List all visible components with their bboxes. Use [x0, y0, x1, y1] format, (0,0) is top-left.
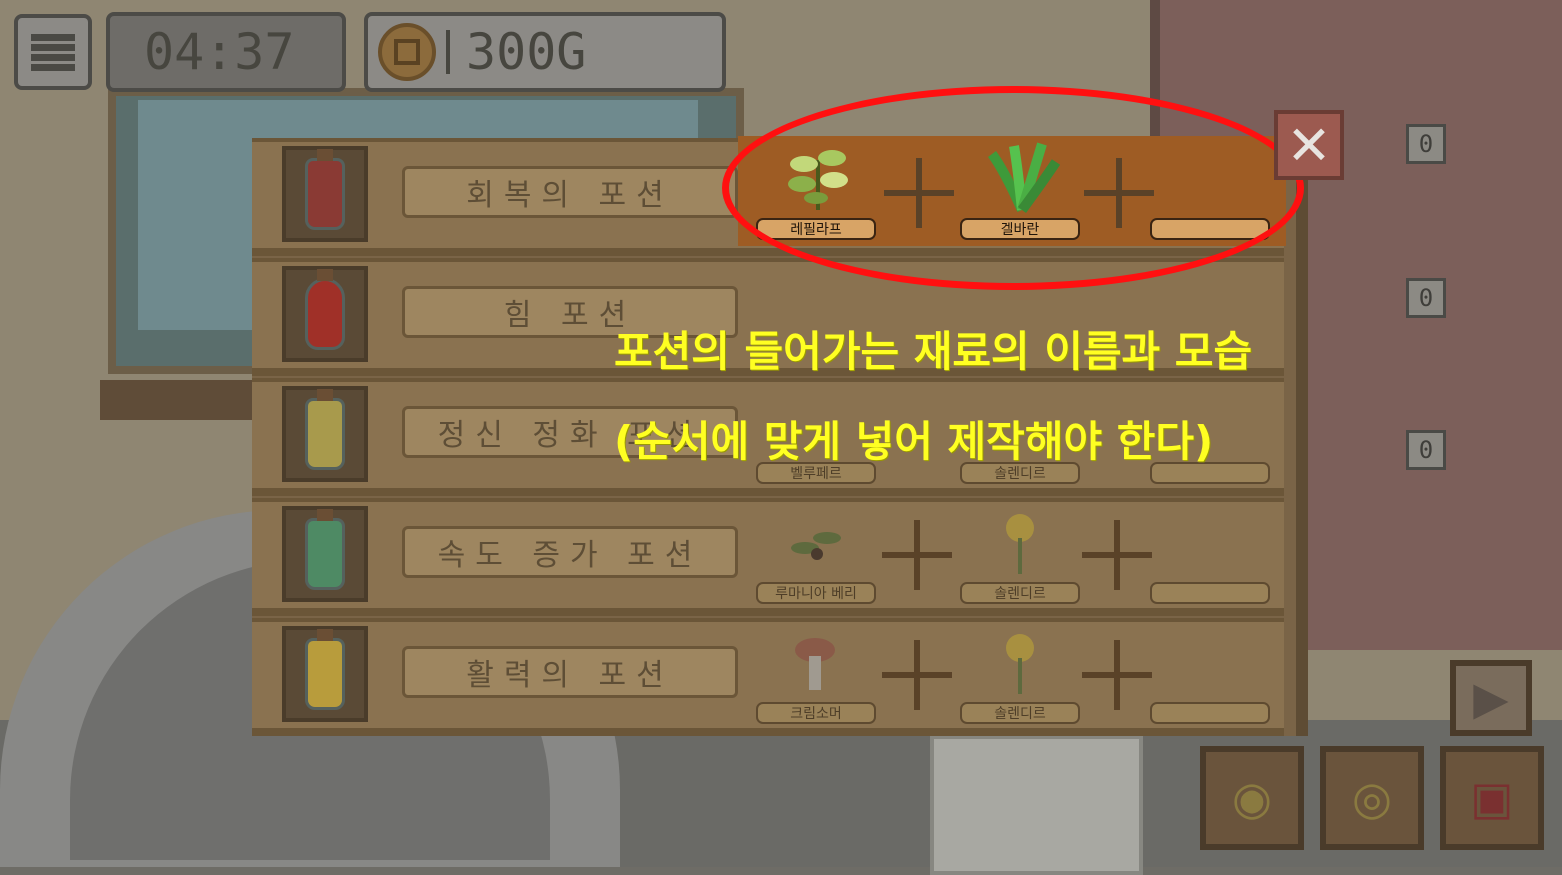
potion-bottle-icon: [305, 629, 345, 710]
ingredient-label: 크림소머: [756, 702, 876, 724]
annotation-line-1: 포션의 들어가는 재료의 이름과 모습: [614, 327, 1253, 376]
potion-bottle-icon: [305, 149, 345, 230]
ingredient-count-2: 0: [1406, 278, 1446, 318]
timer-display: 04:37: [106, 12, 346, 92]
ingredient-label: [1150, 582, 1270, 604]
coin-icon: [378, 23, 436, 81]
play-arrow-icon: ▶: [1473, 671, 1509, 725]
annotation-line-2: (순서에 맞게 넣어 제작해야 한다): [614, 417, 1214, 466]
recipe-row: 활력의 포션 크림소머 솔렌디르: [252, 618, 1284, 736]
gold-display: 300G: [364, 12, 726, 92]
next-button[interactable]: ▶: [1450, 660, 1532, 736]
potion-bottle-icon: [305, 389, 345, 470]
plus-icon: [1082, 640, 1152, 710]
menu-button[interactable]: [14, 14, 92, 90]
potion-icon-frame: [282, 506, 368, 602]
ingredient-label: [1150, 702, 1270, 724]
potion-icon-frame: [282, 266, 368, 362]
potion-icon-frame: [282, 386, 368, 482]
highlight-circle: [722, 86, 1304, 290]
recipe-name[interactable]: 활력의 포션: [402, 646, 738, 698]
plus-icon: [882, 520, 952, 590]
hint-button[interactable]: ◉: [1200, 746, 1304, 850]
close-button[interactable]: ✕: [1274, 110, 1344, 180]
coin-icon: ◎: [1351, 771, 1393, 825]
gold-amount: 300G: [466, 23, 587, 81]
recipe-row: 속도 증가 포션 루마니아 베리 솔렌디르: [252, 498, 1284, 616]
lightbulb-icon: ◉: [1231, 771, 1273, 825]
close-icon: ✕: [1286, 113, 1332, 177]
gold-separator: [446, 30, 450, 74]
recipe-book-button[interactable]: ▣: [1440, 746, 1544, 850]
recipe-name[interactable]: 회복의 포션: [402, 166, 738, 218]
potion-bottle-icon: [305, 269, 345, 350]
potion-icon-frame: [282, 626, 368, 722]
potion-icon-frame: [282, 146, 368, 242]
berry-ingredient-icon: [774, 506, 858, 580]
recipe-name[interactable]: 속도 증가 포션: [402, 526, 738, 578]
hamburger-icon: [31, 31, 75, 74]
mushroom-ingredient-icon: [774, 626, 858, 700]
ingredient-count-1: 0: [1406, 124, 1446, 164]
potion-bottle-icon: [305, 509, 345, 590]
plus-icon: [1082, 520, 1152, 590]
flower-ingredient-icon: [978, 506, 1062, 580]
recycle-bin[interactable]: [930, 735, 1143, 875]
ingredient-label: 솔렌디르: [960, 582, 1080, 604]
plus-icon: [882, 640, 952, 710]
ingredient-label: 루마니아 베리: [756, 582, 876, 604]
shop-button[interactable]: ◎: [1320, 746, 1424, 850]
ingredient-count-3: 0: [1406, 430, 1446, 470]
book-icon: ▣: [1470, 771, 1514, 825]
flower-ingredient-icon: [978, 626, 1062, 700]
ingredient-label: 솔렌디르: [960, 702, 1080, 724]
